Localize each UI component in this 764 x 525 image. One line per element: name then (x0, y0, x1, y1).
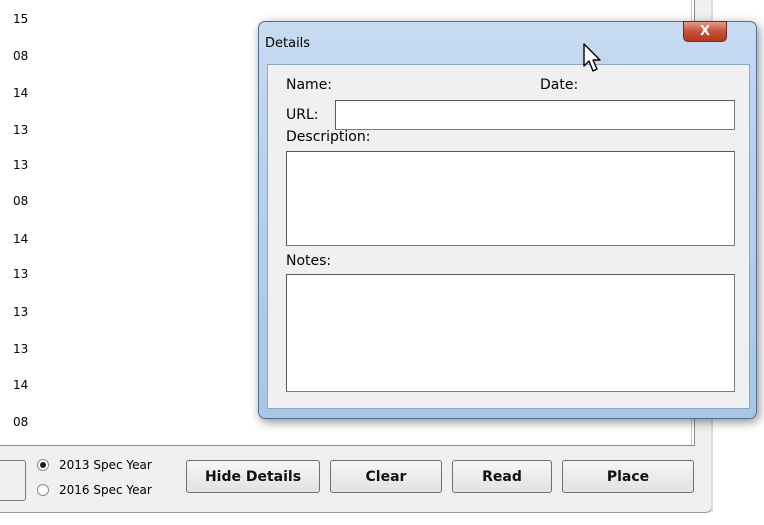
clear-button[interactable]: Clear (330, 460, 442, 493)
description-label: Description: (286, 129, 371, 145)
radio-2016-label: 2016 Spec Year (59, 483, 152, 497)
list-item[interactable]: 14 (13, 232, 28, 246)
place-button[interactable]: Place (562, 460, 694, 493)
list-item[interactable]: 08 (13, 415, 28, 429)
name-label: Name: (286, 77, 333, 93)
list-item[interactable]: 13 (13, 123, 28, 137)
notes-field[interactable] (286, 274, 735, 392)
partial-button[interactable] (0, 460, 26, 501)
notes-label: Notes: (286, 253, 332, 269)
list-item[interactable]: 15 (13, 12, 28, 26)
radio-2016-spec-year[interactable]: 2016 Spec Year (37, 483, 152, 497)
dialog-content: Name: Date: URL: Description: Notes: (267, 64, 750, 409)
hide-details-button[interactable]: Hide Details (186, 460, 320, 493)
list-item[interactable]: 13 (13, 158, 28, 172)
date-label: Date: (540, 77, 579, 93)
list-item[interactable]: 14 (13, 378, 28, 392)
dialog-title: Details (265, 36, 311, 51)
list-item[interactable]: 14 (13, 86, 28, 100)
description-field[interactable] (286, 151, 735, 246)
list-item[interactable]: 08 (13, 194, 28, 208)
url-label: URL: (286, 107, 319, 123)
close-icon: X (699, 24, 711, 39)
close-button[interactable]: X (683, 21, 727, 42)
radio-2013-label: 2013 Spec Year (59, 458, 152, 472)
details-dialog: Details X Name: Date: URL: Description: … (258, 21, 757, 419)
list-item[interactable]: 08 (13, 49, 28, 63)
read-button[interactable]: Read (452, 460, 552, 493)
list-item[interactable]: 13 (13, 267, 28, 281)
list-item[interactable]: 13 (13, 305, 28, 319)
radio-unselected-icon[interactable] (37, 484, 49, 496)
mouse-pointer-icon (583, 43, 601, 72)
url-field[interactable] (335, 100, 735, 130)
radio-selected-icon[interactable] (37, 459, 49, 471)
radio-2013-spec-year[interactable]: 2013 Spec Year (37, 458, 152, 472)
list-item[interactable]: 13 (13, 342, 28, 356)
